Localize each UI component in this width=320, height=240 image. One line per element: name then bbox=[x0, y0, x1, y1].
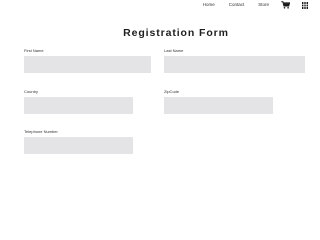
last-name-label: Last Name bbox=[164, 48, 184, 53]
page-title: Registration Form bbox=[123, 27, 229, 39]
nav-store-link[interactable]: Store bbox=[258, 1, 269, 9]
nav-home-link[interactable]: Home bbox=[203, 1, 215, 9]
zipcode-label: ZipCode bbox=[164, 89, 180, 94]
registration-page: Home Contact Store Registration Form Fir… bbox=[0, 0, 320, 240]
last-name-field[interactable] bbox=[164, 56, 305, 73]
cart-icon[interactable] bbox=[281, 1, 291, 9]
telephone-label: Telephone Number bbox=[24, 129, 58, 134]
top-nav: Home Contact Store bbox=[203, 0, 308, 10]
zipcode-field[interactable] bbox=[164, 97, 273, 114]
first-name-label: First Name bbox=[24, 48, 44, 53]
country-label: Country bbox=[24, 89, 39, 94]
first-name-field[interactable] bbox=[24, 56, 151, 73]
telephone-field[interactable] bbox=[24, 137, 133, 154]
grid-menu-icon[interactable] bbox=[302, 1, 308, 9]
country-field[interactable] bbox=[24, 97, 133, 114]
nav-contact-link[interactable]: Contact bbox=[229, 1, 245, 9]
